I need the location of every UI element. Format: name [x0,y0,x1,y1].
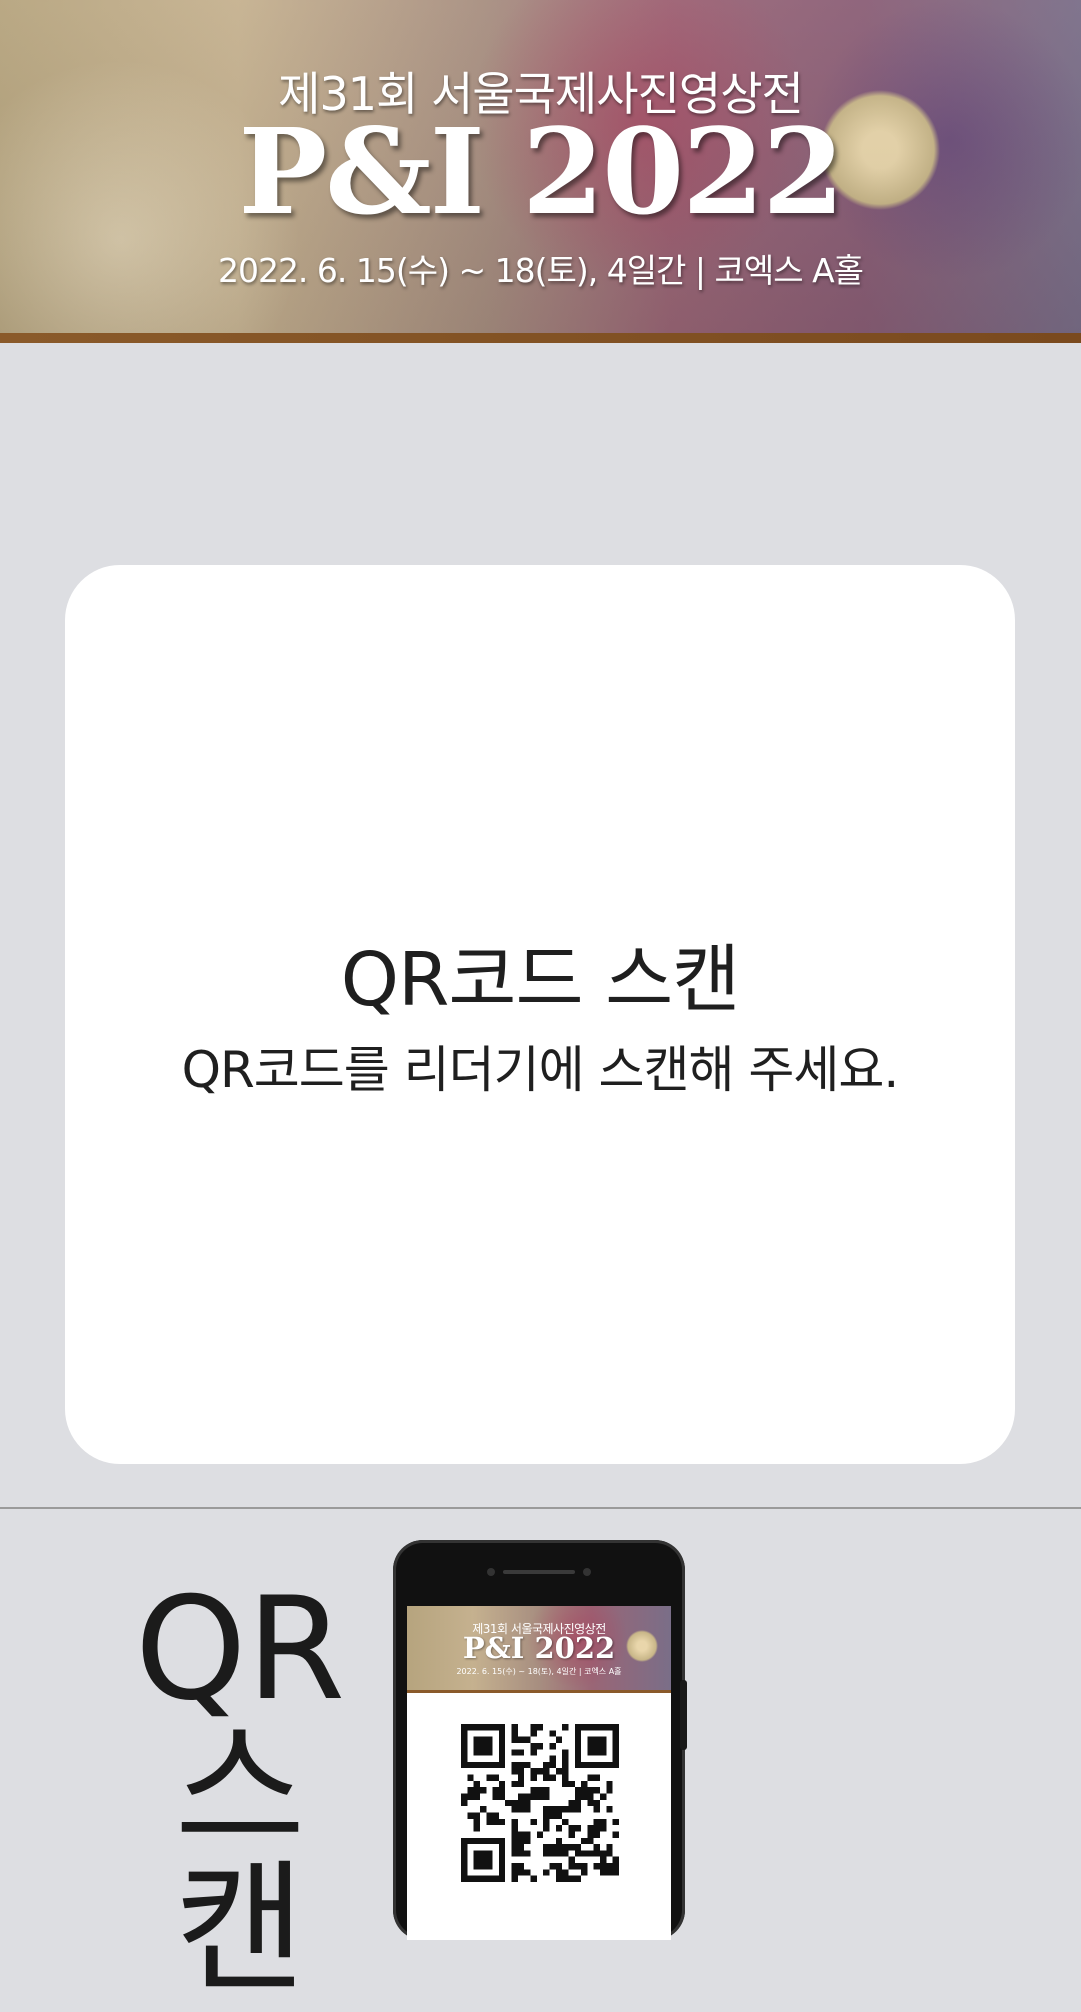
qr-scan-label: QR 스캔 [120,1567,360,2012]
qr-scan-label-line1: QR [134,1567,346,1732]
phone-banner-bar [407,1690,671,1693]
phone-side-button [680,1680,687,1750]
phone-banner-date: 2022. 6. 15(수) ~ 18(토), 4일간 | 코엑스 A홀 [456,1667,622,1676]
banner-title: P&I 2022 [238,102,845,241]
card-title: QR코드 스캔 [340,937,741,1023]
phone-sensor-icon [487,1568,495,1576]
banner-divider-bar [0,333,1081,343]
phone-speaker-icon [503,1570,575,1574]
qr-code-icon [461,1724,619,1882]
phone-illustration: 제31회 서울국제사진영상전 P&I 2022 2022. 6. 15(수) ~… [393,1540,687,1940]
qr-scan-label-line2: 스캔 [174,1707,306,2012]
section-divider [0,1507,1081,1509]
qr-instruction-card: QR코드 스캔 QR코드를 리더기에 스캔해 주세요. [65,565,1015,1464]
phone-banner: 제31회 서울국제사진영상전 P&I 2022 2022. 6. 15(수) ~… [407,1606,671,1690]
phone-screen: 제31회 서울국제사진영상전 P&I 2022 2022. 6. 15(수) ~… [407,1606,671,1940]
phone-camera-icon [583,1568,591,1576]
event-banner: 제31회 서울국제사진영상전 P&I 2022 2022. 6. 15(수) ~… [0,0,1081,333]
phone-banner-title: P&I 2022 [462,1631,616,1665]
card-message: QR코드를 리더기에 스캔해 주세요. [181,1041,900,1099]
banner-date: 2022. 6. 15(수) ~ 18(토), 4일간 | 코엑스 A홀 [217,251,864,290]
